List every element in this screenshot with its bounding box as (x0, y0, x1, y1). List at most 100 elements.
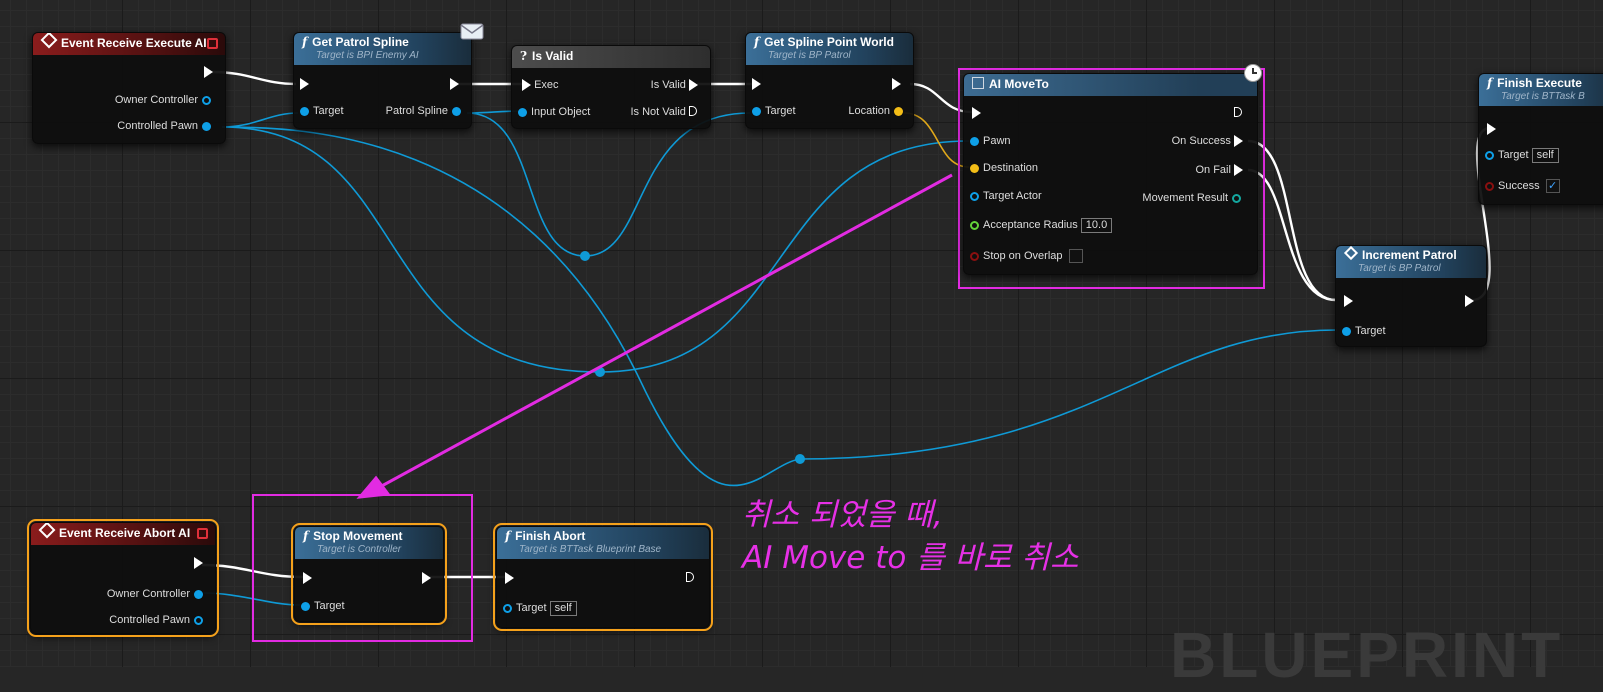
target-self-input[interactable]: self (549, 601, 577, 616)
target-pin[interactable] (301, 601, 310, 611)
exec-in-pin[interactable] (505, 571, 514, 585)
exec-out-pin[interactable] (1465, 294, 1474, 308)
increment-patrol-node[interactable]: Increment Patrol Target is BP Patrol Tar… (1335, 245, 1487, 347)
function-icon: f (1487, 76, 1493, 90)
target-pin[interactable] (300, 106, 309, 116)
exec-in-pin[interactable] (1344, 294, 1353, 308)
controlled-pawn-label: Controlled Pawn (117, 120, 198, 132)
latent-clock-icon (1244, 64, 1262, 82)
destination-pin[interactable] (970, 163, 979, 173)
owner-controller-pin[interactable] (194, 589, 203, 599)
delegate-pin-icon[interactable] (197, 528, 208, 539)
finish-abort-node[interactable]: f Finish Abort Target is BTTask Blueprint… (493, 523, 713, 631)
node-title: Finish Abort (515, 529, 586, 543)
target-label: Target (313, 105, 344, 117)
exec-out-pin[interactable] (422, 571, 431, 585)
input-object-label: Input Object (531, 106, 591, 118)
exec-in-pin[interactable] (972, 106, 981, 120)
exec-out-pin[interactable] (194, 556, 203, 570)
stop-movement-node[interactable]: f Stop Movement Target is Controller Targ… (291, 523, 447, 625)
exec-in-pin[interactable] (1487, 122, 1496, 136)
movement-result-pin[interactable] (1232, 193, 1241, 203)
target-pin[interactable] (752, 106, 761, 116)
node-title: Finish Execute (1497, 76, 1582, 90)
controlled-pawn-pin[interactable] (202, 121, 211, 131)
target-label: Target (1498, 149, 1529, 161)
movement-result-label: Movement Result (1142, 192, 1228, 204)
location-pin[interactable] (894, 106, 903, 116)
target-self-input[interactable]: self (1531, 148, 1559, 163)
controlled-pawn-pin[interactable] (194, 615, 203, 625)
message-envelope-icon (460, 23, 484, 40)
patrol-spline-label: Patrol Spline (385, 105, 448, 117)
patrol-spline-pin[interactable] (452, 106, 461, 116)
node-subtitle: Target is BTTask Blueprint Base (519, 544, 662, 555)
exec-out-pin[interactable] (892, 77, 901, 91)
function-icon: f (754, 35, 760, 49)
async-node-icon (972, 77, 984, 89)
reroute-node-1 (580, 251, 590, 261)
input-object-pin[interactable] (518, 107, 527, 117)
wire-spline-to-getpoint (466, 112, 751, 257)
owner-controller-label: Owner Controller (114, 94, 198, 106)
target-actor-pin[interactable] (970, 191, 979, 201)
node-title: Get Patrol Spline (312, 35, 409, 49)
macro-icon (1343, 246, 1359, 261)
pawn-pin[interactable] (970, 136, 979, 146)
acceptance-radius-input[interactable]: 10.0 (1080, 218, 1113, 233)
on-fail-label: On Fail (1195, 164, 1231, 176)
is-valid-node[interactable]: ? Is Valid Exec Is Valid Input Object Is … (511, 45, 711, 129)
acceptance-radius-label: Acceptance Radius (983, 219, 1078, 231)
node-subtitle: Target is BP Patrol (768, 50, 851, 61)
ai-moveto-node[interactable]: AI MoveTo Pawn On Success Destination On… (963, 73, 1258, 275)
node-title: Stop Movement (313, 529, 403, 543)
success-checkbox[interactable]: ✓ (1545, 179, 1560, 194)
event-receive-abort-node[interactable]: Event Receive Abort AI Owner Controller … (27, 519, 219, 637)
target-pin[interactable] (503, 603, 512, 613)
exec-in-pin[interactable] (300, 77, 309, 91)
on-success-label: On Success (1171, 135, 1231, 147)
success-pin[interactable] (1485, 181, 1494, 191)
node-title: Is Valid (532, 49, 574, 63)
exec-label: Exec (534, 79, 559, 91)
target-actor-label: Target Actor (983, 190, 1042, 202)
exec-out-pin[interactable] (686, 571, 695, 585)
target-pin[interactable] (1342, 326, 1351, 336)
node-subtitle: Target is BP Patrol (1358, 263, 1441, 274)
exec-in-pin[interactable] (752, 77, 761, 91)
owner-controller-pin[interactable] (202, 95, 211, 105)
target-label: Target (516, 602, 547, 614)
exec-in-pin[interactable] (303, 571, 312, 585)
stop-on-overlap-checkbox[interactable] (1068, 249, 1083, 264)
finish-execute-node[interactable]: f Finish Execute Target is BTTask B Targe… (1478, 73, 1603, 205)
on-fail-pin[interactable] (1234, 164, 1243, 177)
stop-on-overlap-pin[interactable] (970, 251, 979, 261)
on-success-pin[interactable] (1234, 135, 1243, 148)
function-icon: f (505, 529, 511, 543)
delegate-pin-icon[interactable] (207, 38, 218, 49)
controlled-pawn-label: Controlled Pawn (109, 614, 190, 626)
exec-in-pin[interactable] (522, 79, 531, 92)
target-label: Target (765, 105, 796, 117)
reroute-node-3 (795, 454, 805, 464)
node-title: Get Spline Point World (764, 35, 894, 49)
exec-out-pin[interactable] (450, 77, 459, 91)
event-receive-execute-node[interactable]: Event Receive Execute AI Owner Controlle… (32, 32, 226, 144)
is-valid-pin[interactable] (689, 79, 698, 92)
get-patrol-spline-node[interactable]: f Get Patrol Spline Target is BPI Enemy A… (293, 32, 472, 129)
node-title: AI MoveTo (989, 77, 1049, 91)
is-not-valid-pin[interactable] (689, 106, 698, 118)
success-label: Success (1498, 180, 1540, 192)
function-icon: f (303, 529, 309, 543)
node-subtitle: Target is BPI Enemy AI (316, 50, 419, 61)
annotation-line-1: 취소 되었을 때, (742, 497, 943, 533)
exec-out-pin[interactable] (1234, 106, 1243, 120)
stop-on-overlap-label: Stop on Overlap (983, 250, 1063, 262)
target-pin[interactable] (1485, 150, 1494, 160)
acceptance-radius-pin[interactable] (970, 220, 979, 230)
exec-out-pin[interactable] (204, 65, 213, 79)
get-spline-point-world-node[interactable]: f Get Spline Point World Target is BP Pat… (745, 32, 914, 129)
function-icon: f (302, 35, 308, 49)
node-title: Event Receive Execute AI (61, 36, 207, 50)
target-label: Target (1355, 325, 1386, 337)
